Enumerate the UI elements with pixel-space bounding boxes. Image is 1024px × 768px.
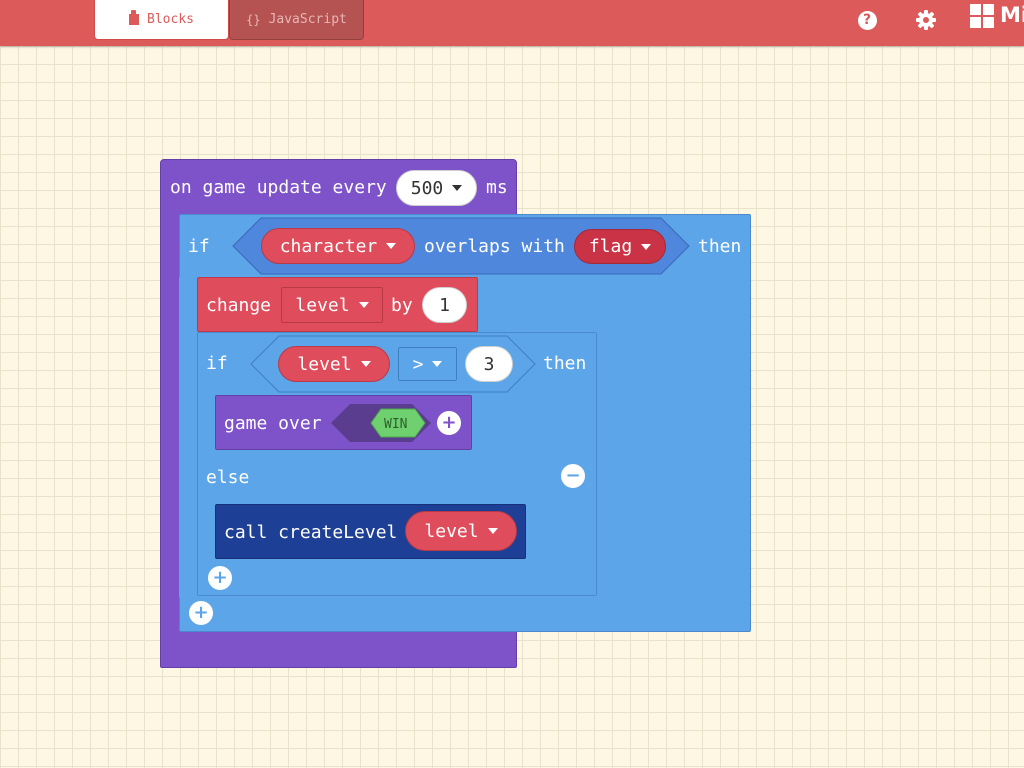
variable-value: level xyxy=(295,294,350,316)
then-label: then xyxy=(698,236,742,257)
chevron-down-icon xyxy=(358,302,369,308)
compare-value: 3 xyxy=(483,353,495,375)
compare-variable-dropdown[interactable]: level xyxy=(278,346,390,382)
overlaps-with-label: overlaps with xyxy=(424,236,565,257)
tab-blocks[interactable]: Blocks xyxy=(94,0,229,40)
chevron-down-icon xyxy=(641,243,652,250)
compare-variable-value: level xyxy=(297,353,352,375)
kind-dropdown[interactable]: flag xyxy=(574,229,666,264)
on-update-label: on game update every xyxy=(170,177,387,198)
win-value[interactable]: WIN xyxy=(384,414,407,436)
chevron-down-icon xyxy=(360,361,371,367)
chevron-down-icon xyxy=(432,361,443,367)
gear-icon xyxy=(916,10,936,30)
chevron-down-icon xyxy=(452,185,463,191)
minus-icon: − xyxy=(565,465,581,486)
sprite-value: character xyxy=(279,235,378,257)
operator-dropdown[interactable]: > xyxy=(398,347,457,381)
interval-unit-label: ms xyxy=(486,177,508,198)
help-button[interactable]: ? xyxy=(852,5,882,35)
brand-text: Mi xyxy=(1000,3,1024,27)
amount-value: 1 xyxy=(439,294,450,316)
by-label: by xyxy=(391,295,413,316)
call-label: call createLevel xyxy=(224,522,398,543)
variable-dropdown[interactable]: level xyxy=(281,287,383,323)
amount-input[interactable]: 1 xyxy=(422,287,467,323)
sprite-dropdown[interactable]: character xyxy=(261,228,415,264)
kind-value: flag xyxy=(588,236,633,257)
change-label: change xyxy=(206,295,272,316)
tab-javascript-label: JavaScript xyxy=(268,12,347,27)
add-argument-button[interactable]: + xyxy=(437,411,461,435)
tab-javascript[interactable]: {} JavaScript xyxy=(229,0,364,40)
chevron-down-icon xyxy=(487,528,498,534)
microsoft-logo-icon xyxy=(970,4,994,28)
then-label: then xyxy=(543,353,587,374)
operator-value: > xyxy=(412,353,424,375)
help-icon: ? xyxy=(857,10,877,30)
if-label: if xyxy=(206,353,228,374)
add-outer-elseif-button[interactable]: + xyxy=(189,601,213,625)
add-elseif-button[interactable]: + xyxy=(208,566,232,590)
if-label: if xyxy=(188,236,210,257)
settings-button[interactable] xyxy=(911,5,941,35)
puzzle-icon xyxy=(129,10,140,25)
call-argument-dropdown[interactable]: level xyxy=(405,511,517,551)
tab-blocks-label: Blocks xyxy=(147,12,194,27)
else-label: else xyxy=(206,467,250,488)
if-block-spine xyxy=(179,277,197,597)
game-over-label: game over xyxy=(224,413,322,434)
interval-dropdown[interactable]: 500 xyxy=(396,170,477,206)
call-argument-value: level xyxy=(424,520,479,542)
remove-else-button[interactable]: − xyxy=(561,464,585,488)
plus-icon: + xyxy=(193,602,209,623)
plus-icon: + xyxy=(212,567,228,588)
compare-value-input[interactable]: 3 xyxy=(465,346,513,382)
interval-value: 500 xyxy=(410,177,444,199)
chevron-down-icon xyxy=(386,243,397,249)
braces-icon: {} xyxy=(246,12,261,27)
plus-icon: + xyxy=(441,412,457,433)
top-menu-bar: Blocks {} JavaScript ? Mi xyxy=(0,0,1024,46)
win-socket xyxy=(331,404,431,442)
